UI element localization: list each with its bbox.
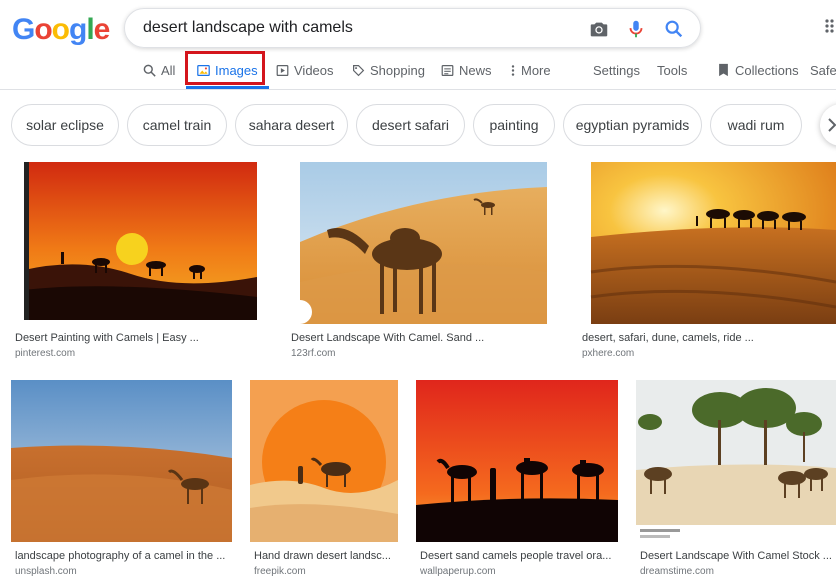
microphone-icon[interactable] bbox=[625, 18, 647, 40]
tab-all[interactable]: All bbox=[143, 52, 175, 88]
tab-label: News bbox=[459, 62, 492, 78]
tag-icon bbox=[353, 64, 365, 76]
result-title[interactable]: Desert Landscape With Camel Stock ... bbox=[640, 550, 834, 562]
camera-icon[interactable] bbox=[588, 18, 610, 40]
tab-tools[interactable]: Tools bbox=[657, 52, 687, 88]
tab-settings[interactable]: Settings bbox=[593, 52, 640, 88]
tab-label: More bbox=[521, 62, 551, 78]
related-chips: solar eclipse camel train sahara desert … bbox=[0, 101, 836, 149]
images-tab-highlight bbox=[185, 51, 265, 85]
result-title[interactable]: Desert sand camels people travel ora... bbox=[420, 550, 616, 562]
tab-news[interactable]: News bbox=[441, 52, 492, 88]
chip-sahara-desert[interactable]: sahara desert bbox=[235, 104, 348, 146]
bookmark-icon bbox=[719, 63, 728, 77]
collections-button[interactable]: Collections bbox=[717, 52, 799, 88]
header: Google All Images bbox=[0, 0, 836, 90]
chip-desert-safari[interactable]: desert safari bbox=[356, 104, 465, 146]
search-box[interactable] bbox=[124, 8, 701, 48]
chevron-right-icon bbox=[828, 118, 836, 132]
result-source[interactable]: 123rf.com bbox=[291, 348, 335, 359]
logo-letter: e bbox=[93, 13, 111, 46]
result-image[interactable] bbox=[11, 380, 232, 542]
chip-painting[interactable]: painting bbox=[473, 104, 555, 146]
chip-camel-train[interactable]: camel train bbox=[127, 104, 227, 146]
more-vert-icon bbox=[511, 64, 515, 76]
search-icon bbox=[143, 64, 156, 77]
result-source[interactable]: wallpaperup.com bbox=[420, 566, 496, 577]
logo-letter: o bbox=[34, 13, 52, 46]
tab-label: Settings bbox=[593, 62, 640, 78]
newspaper-icon bbox=[441, 64, 454, 76]
result-image[interactable] bbox=[250, 380, 398, 542]
logo-letter: l bbox=[86, 13, 94, 46]
search-icon[interactable] bbox=[663, 18, 685, 40]
result-title[interactable]: Desert Painting with Camels | Easy ... bbox=[15, 332, 265, 344]
tab-more[interactable]: More bbox=[510, 52, 551, 88]
result-source[interactable]: freepik.com bbox=[254, 566, 306, 577]
result-title[interactable]: desert, safari, dune, camels, ride ... bbox=[582, 332, 832, 344]
safesearch-label: SafeS bbox=[810, 62, 836, 78]
google-logo[interactable]: Google bbox=[12, 13, 111, 47]
result-image[interactable] bbox=[416, 380, 618, 542]
result-source[interactable]: pxhere.com bbox=[582, 348, 634, 359]
chip-egyptian-pyramids[interactable]: egyptian pyramids bbox=[563, 104, 702, 146]
result-image[interactable] bbox=[578, 162, 836, 324]
tab-label: Videos bbox=[294, 62, 334, 78]
collections-label: Collections bbox=[735, 62, 799, 78]
chip-wadi-rum[interactable]: wadi rum bbox=[710, 104, 802, 146]
search-input[interactable] bbox=[143, 9, 573, 47]
chips-next-button[interactable] bbox=[820, 104, 836, 146]
tab-videos[interactable]: Videos bbox=[276, 52, 334, 88]
tab-shopping[interactable]: Shopping bbox=[352, 52, 425, 88]
logo-letter: o bbox=[51, 13, 70, 46]
result-image[interactable] bbox=[11, 162, 269, 324]
result-source[interactable]: pinterest.com bbox=[15, 348, 75, 359]
video-icon bbox=[276, 64, 289, 76]
logo-letter: G bbox=[12, 13, 35, 46]
tab-label: Tools bbox=[657, 62, 688, 78]
result-image[interactable] bbox=[287, 162, 547, 324]
result-title[interactable]: Hand drawn desert landsc... bbox=[254, 550, 396, 562]
logo-letter: g bbox=[69, 13, 87, 46]
result-source[interactable]: unsplash.com bbox=[15, 566, 77, 577]
result-title[interactable]: landscape photography of a camel in the … bbox=[15, 550, 230, 562]
safesearch-button[interactable]: SafeS bbox=[810, 52, 836, 88]
apps-grid-icon[interactable] bbox=[824, 18, 836, 34]
chip-solar-eclipse[interactable]: solar eclipse bbox=[11, 104, 119, 146]
result-title[interactable]: Desert Landscape With Camel. Sand ... bbox=[291, 332, 541, 344]
tab-label: All bbox=[161, 62, 176, 78]
tab-label: Shopping bbox=[370, 62, 425, 78]
result-image[interactable] bbox=[636, 380, 836, 542]
result-source[interactable]: dreamstime.com bbox=[640, 566, 714, 577]
